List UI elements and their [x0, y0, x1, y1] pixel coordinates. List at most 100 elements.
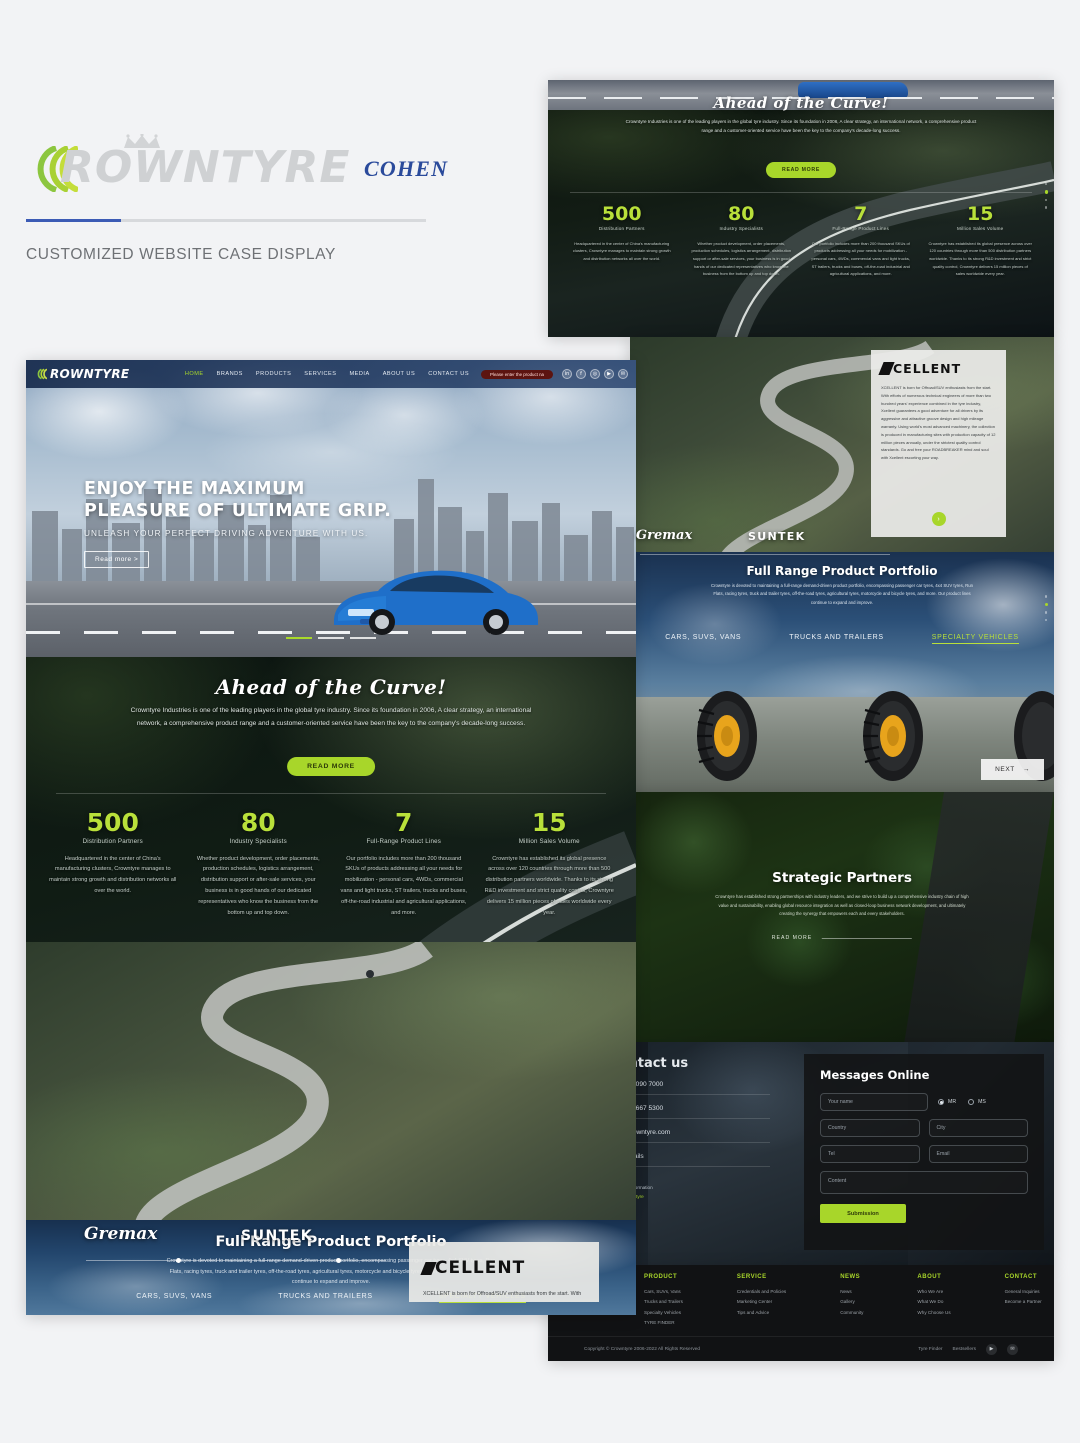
mail-icon[interactable]: ✉ [618, 369, 628, 379]
partners-read-more-button[interactable]: READ MORE [772, 935, 913, 941]
xcellent-next-arrow-button[interactable]: › [931, 512, 946, 526]
email-input[interactable]: Email [928, 1145, 1028, 1163]
nav-item-services[interactable]: SERVICES [304, 371, 336, 377]
footer-link[interactable]: Credentials and Policies [737, 1287, 786, 1297]
footer-link[interactable]: Marketing Center [737, 1297, 786, 1307]
suntek-logo[interactable]: SUNTEK [241, 1228, 313, 1244]
footer-heading: ABOUT [917, 1274, 942, 1280]
stat-label: Distribution Partners [598, 225, 645, 231]
brands-band [26, 942, 636, 1242]
dot[interactable] [1044, 611, 1047, 614]
section-dots-nav[interactable] [1044, 182, 1048, 209]
footer-link[interactable]: Specialty Vehicles [644, 1308, 683, 1318]
footer-link[interactable]: Cars, SUVs, Vans [644, 1287, 683, 1297]
footer-link[interactable]: News [840, 1287, 863, 1297]
nav-item-brands[interactable]: BRANDS [217, 371, 243, 377]
footer-link[interactable]: What We Do [917, 1297, 950, 1307]
case-display-page: ROWNTYRE COHEN CUSTOMIZED WEBSITE CASE D… [0, 0, 1080, 1443]
tyre-finder-link[interactable]: Tyre Finder [918, 1347, 942, 1352]
radio-ms[interactable]: MS [968, 1099, 986, 1105]
portfolio-paragraph: Crowntyre is devoted to maintaining a fu… [710, 583, 973, 605]
radio-ms-label: MS [978, 1099, 986, 1105]
stat-item: 7 Full-Range Product Lines Our portfolio… [801, 204, 921, 278]
dot[interactable] [1044, 206, 1047, 209]
curve-read-more-button[interactable]: READ MORE [287, 757, 375, 776]
stat-label: Full-Range Product Lines [366, 837, 442, 845]
city-input[interactable]: City [928, 1119, 1028, 1137]
nav-item-media[interactable]: MEDIA [349, 371, 369, 377]
stat-number: 7 [854, 203, 868, 225]
hero-read-more-button[interactable]: Read more > [84, 551, 150, 569]
nav-item-contact-us[interactable]: CONTACT US [428, 371, 469, 377]
section-dots-nav[interactable] [1044, 595, 1048, 622]
dot[interactable] [1044, 198, 1047, 202]
curve-read-more-button[interactable]: READ MORE [765, 162, 837, 178]
footer-link[interactable]: Trucks and Trailers [644, 1297, 683, 1307]
stat-description: Headquartered in the center of China's m… [49, 855, 177, 895]
tab-trucks-and-trailers[interactable]: TRUCKS AND TRAILERS [789, 634, 883, 644]
preview-panel-homepage: ENJOY THE MAXIMUM PLEASURE OF ULTIMATE G… [26, 360, 636, 1315]
footer-link[interactable]: TYRE FINDER [644, 1318, 683, 1328]
bestsellers-link[interactable]: Bestsellers [953, 1347, 976, 1352]
name-input[interactable]: Your name [820, 1093, 928, 1111]
tab-specialty-vehicles[interactable]: SPECIALTY VEHICLES [931, 634, 1019, 644]
dot-active[interactable] [1044, 602, 1048, 607]
gremax-logo[interactable]: Gremax [84, 1224, 157, 1244]
gremax-logo[interactable]: Gremax [636, 528, 692, 543]
footer-utility-links: Tyre Finder Bestsellers ▶ ✉ [918, 1343, 1018, 1355]
footer-link[interactable]: Who We Are [917, 1287, 950, 1297]
country-input[interactable]: Country [820, 1119, 920, 1137]
footer-column-news: NEWS News Gallery Community [840, 1274, 863, 1328]
hero-slider-dashes[interactable] [286, 636, 376, 639]
nav-item-products[interactable]: PRODUCTS [256, 371, 291, 377]
stat-number: 15 [967, 203, 994, 225]
copyright-bar: Copyright © Crowntyre 2006-2022 All Righ… [548, 1336, 1054, 1361]
brand-divider-line [640, 554, 890, 555]
hero-copy: ENJOY THE MAXIMUM PLEASURE OF ULTIMATE G… [84, 478, 391, 569]
tab-trucks-and-trailers[interactable]: TRUCKS AND TRAILERS [278, 1293, 372, 1303]
tel-input[interactable]: Tel [820, 1145, 920, 1163]
ahead-of-the-curve-section: Ahead of the Curve! Crowntyre Industries… [26, 657, 636, 1302]
facebook-icon[interactable]: f [576, 369, 586, 379]
footer-link[interactable]: Tips and Advice [737, 1308, 786, 1318]
nav-item-home[interactable]: HOME [185, 371, 204, 377]
dot[interactable] [1044, 618, 1047, 622]
mail-icon[interactable]: ✉ [1007, 1343, 1018, 1355]
curve-divider [56, 793, 606, 794]
dot-active[interactable] [1044, 190, 1048, 194]
gender-radios: MR MS [938, 1099, 986, 1105]
instagram-icon[interactable]: ◎ [590, 369, 600, 379]
footer-link[interactable]: General Inquiries [1005, 1287, 1042, 1297]
navbar-logo[interactable]: ROWNTYRE [34, 367, 129, 381]
dot[interactable] [1044, 182, 1047, 186]
product-search-input[interactable]: Please enter the product na [481, 369, 553, 379]
radio-mr[interactable]: MR [938, 1099, 956, 1105]
footer-column-about: ABOUT Who We Are What We Do Why Choose U… [917, 1274, 950, 1328]
tab-cars-suvs-vans[interactable]: CARS, SUVS, VANS [665, 634, 741, 644]
tab-cars-suvs-vans[interactable]: CARS, SUVS, VANS [136, 1293, 212, 1303]
footer-link[interactable]: Become a Partner [1005, 1297, 1042, 1307]
footer-heading: NEWS [840, 1274, 861, 1280]
youtube-icon[interactable]: ▶ [604, 369, 614, 379]
footer-heading: PRODUCT [644, 1274, 678, 1280]
footer-heading: CONTACT [1004, 1274, 1038, 1280]
linkedin-icon[interactable]: in [562, 369, 572, 379]
content-textarea[interactable]: Content [820, 1171, 1028, 1194]
logo-wordmark: ROWNTYRE [60, 142, 351, 193]
footer-link[interactable]: Why Choose Us [917, 1308, 950, 1318]
dash[interactable] [350, 636, 376, 639]
nav-item-about-us[interactable]: ABOUT US [383, 371, 416, 377]
submit-button[interactable]: Submission [820, 1204, 906, 1223]
dash[interactable] [318, 636, 344, 639]
suntek-logo[interactable]: SUNTEK [748, 530, 805, 543]
footer-link[interactable]: Community [840, 1308, 863, 1318]
next-slide-button[interactable]: NEXT → [981, 759, 1044, 780]
footer-link[interactable]: Gallery [840, 1297, 863, 1307]
divider-accent [26, 219, 121, 222]
dot[interactable] [1044, 595, 1047, 598]
stat-number: 80 [728, 203, 755, 225]
stat-description: Whether product development, order place… [196, 855, 320, 917]
youtube-icon[interactable]: ▶ [986, 1343, 997, 1355]
dash-active[interactable] [286, 636, 312, 639]
arrow-right-icon: → [1022, 766, 1030, 773]
